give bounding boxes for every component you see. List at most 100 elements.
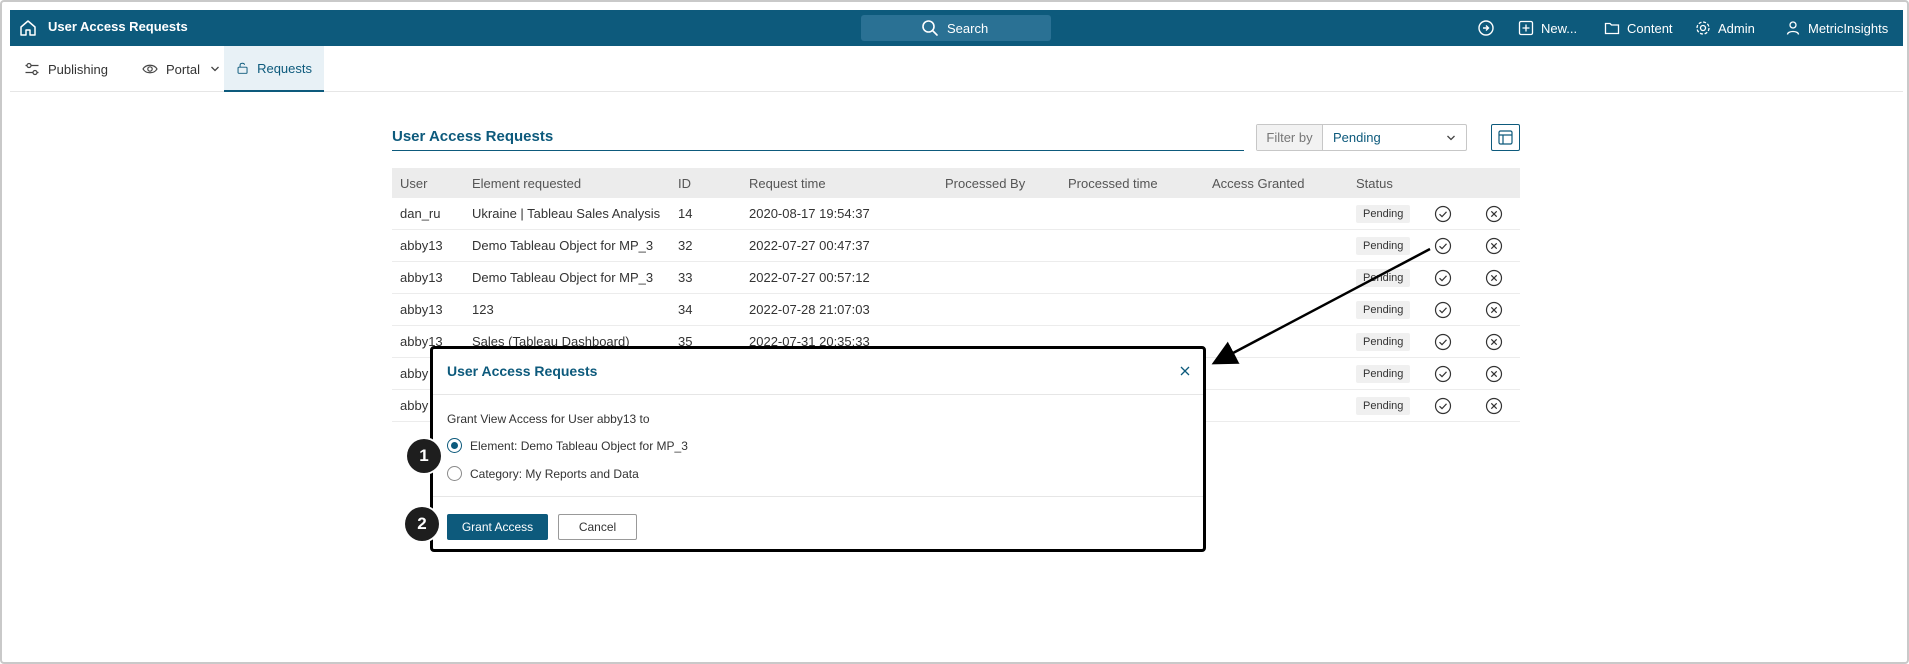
cell-status: Pending — [1356, 326, 1411, 357]
table-row: abby13 123 34 2022-07-28 21:07:03 Pending — [392, 294, 1520, 326]
search-icon — [921, 19, 939, 37]
cell-element: 123 — [472, 302, 494, 317]
option-element-radio[interactable] — [447, 438, 462, 453]
plus-square-icon — [1518, 20, 1534, 36]
approve-icon[interactable] — [1434, 205, 1452, 223]
cell-element: Demo Tableau Object for MP_3 — [472, 238, 654, 253]
step-callout-1: 1 — [407, 439, 441, 473]
option-category-radio[interactable] — [447, 466, 462, 481]
title-underline — [392, 150, 1244, 151]
nav-admin-label: Admin — [1718, 20, 1755, 36]
dialog-title: User Access Requests — [447, 363, 598, 379]
tab-requests[interactable]: Requests — [224, 46, 324, 92]
folder-icon — [1604, 22, 1620, 35]
table-row: dan_ru Ukraine | Tableau Sales Analysis 14… — [392, 198, 1520, 230]
reject-icon[interactable] — [1485, 397, 1503, 415]
cell-user: abby13 — [400, 238, 443, 253]
option-category[interactable]: Category: My Reports and Data — [447, 466, 639, 481]
cell-user: abby — [400, 398, 429, 413]
cell-status: Pending — [1356, 390, 1411, 421]
close-icon[interactable] — [1179, 364, 1191, 376]
nav-admin[interactable]: Admin — [1695, 18, 1755, 38]
gear-icon — [1696, 21, 1710, 35]
cell-status: Pending — [1356, 294, 1411, 325]
col-id[interactable]: ID — [678, 168, 691, 198]
sub-navigation: Publishing Portal Requests — [10, 46, 1903, 92]
table-layout-icon — [1498, 130, 1513, 145]
option-element[interactable]: Element: Demo Tableau Object for MP_3 — [447, 438, 688, 453]
col-element[interactable]: Element requested — [472, 168, 581, 198]
cell-request-time: 2022-07-27 00:47:37 — [749, 238, 870, 253]
grant-access-dialog: User Access Requests Grant View Access f… — [430, 346, 1206, 552]
home-icon[interactable] — [18, 18, 38, 38]
chevron-down-icon — [1447, 135, 1455, 141]
col-request-time[interactable]: Request time — [749, 168, 826, 198]
lock-open-icon — [237, 62, 248, 74]
search-bar[interactable]: Search — [861, 15, 1051, 41]
cell-user: abby — [400, 366, 429, 381]
cell-element: Demo Tableau Object for MP_3 — [472, 270, 654, 285]
filter-select[interactable]: Pending — [1323, 125, 1466, 150]
reject-icon[interactable] — [1485, 333, 1503, 351]
approve-icon[interactable] — [1434, 269, 1452, 287]
tab-publishing-label: Publishing — [48, 61, 108, 77]
top-bar: User Access Requests Search New... Conte… — [10, 10, 1903, 46]
tab-requests-label: Requests — [257, 60, 312, 76]
status-badge: Pending — [1356, 204, 1411, 223]
sliders-icon — [25, 62, 39, 76]
approve-icon[interactable] — [1434, 333, 1452, 351]
cell-user: dan_ru — [400, 206, 441, 221]
approve-icon[interactable] — [1434, 237, 1452, 255]
col-processed-time[interactable]: Processed time — [1068, 168, 1158, 198]
option-category-label: Category: My Reports and Data — [470, 466, 639, 481]
reject-icon[interactable] — [1485, 237, 1503, 255]
dialog-prompt: Grant View Access for User abby13 to — [447, 412, 650, 426]
status-badge: Pending — [1356, 364, 1411, 383]
col-access-granted[interactable]: Access Granted — [1212, 168, 1305, 198]
grant-access-button[interactable]: Grant Access — [447, 514, 548, 540]
cell-user: abby13 — [400, 270, 443, 285]
user-icon — [1786, 21, 1800, 35]
col-processed-by[interactable]: Processed By — [945, 168, 1025, 198]
cell-id: 32 — [678, 238, 693, 253]
cell-status: Pending — [1356, 230, 1411, 261]
approve-icon[interactable] — [1434, 301, 1452, 319]
nav-content[interactable]: Content — [1604, 18, 1673, 38]
dialog-header: User Access Requests — [433, 349, 1203, 395]
cell-id: 14 — [678, 206, 693, 221]
filter-value: Pending — [1333, 130, 1381, 145]
tab-portal[interactable]: Portal — [130, 46, 232, 92]
reject-icon[interactable] — [1485, 205, 1503, 223]
reject-icon[interactable] — [1485, 301, 1503, 319]
column-settings-button[interactable] — [1491, 124, 1520, 151]
status-filter[interactable]: Filter by Pending — [1256, 124, 1467, 151]
recent-icon[interactable] — [1477, 18, 1502, 38]
eye-icon — [142, 64, 158, 74]
page-title: User Access Requests — [392, 128, 554, 145]
cancel-button[interactable]: Cancel — [558, 514, 637, 540]
option-element-label: Element: Demo Tableau Object for MP_3 — [470, 438, 688, 453]
nav-user-label: MetricInsights — [1808, 20, 1889, 36]
approve-icon[interactable] — [1434, 365, 1452, 383]
status-badge: Pending — [1356, 396, 1411, 415]
status-badge: Pending — [1356, 236, 1411, 255]
table-header: User Element requested ID Request time P… — [392, 168, 1520, 198]
reject-icon[interactable] — [1485, 269, 1503, 287]
status-badge: Pending — [1356, 268, 1411, 287]
app-title: User Access Requests — [48, 19, 188, 34]
cell-status: Pending — [1356, 358, 1411, 389]
nav-new[interactable]: New... — [1518, 18, 1577, 38]
table-row: abby13 Demo Tableau Object for MP_3 33 2022… — [392, 262, 1520, 294]
reject-icon[interactable] — [1485, 365, 1503, 383]
cell-id: 34 — [678, 302, 693, 317]
col-status[interactable]: Status — [1356, 168, 1393, 198]
cell-id: 33 — [678, 270, 693, 285]
step-callout-2: 2 — [405, 507, 439, 541]
chevron-down-icon — [211, 66, 219, 72]
approve-icon[interactable] — [1434, 397, 1452, 415]
nav-user[interactable]: MetricInsights — [1785, 18, 1888, 38]
tab-publishing[interactable]: Publishing — [12, 46, 120, 92]
col-user[interactable]: User — [400, 168, 427, 198]
cell-element: Ukraine | Tableau Sales Analysis — [472, 206, 661, 221]
nav-new-label: New... — [1541, 20, 1578, 36]
